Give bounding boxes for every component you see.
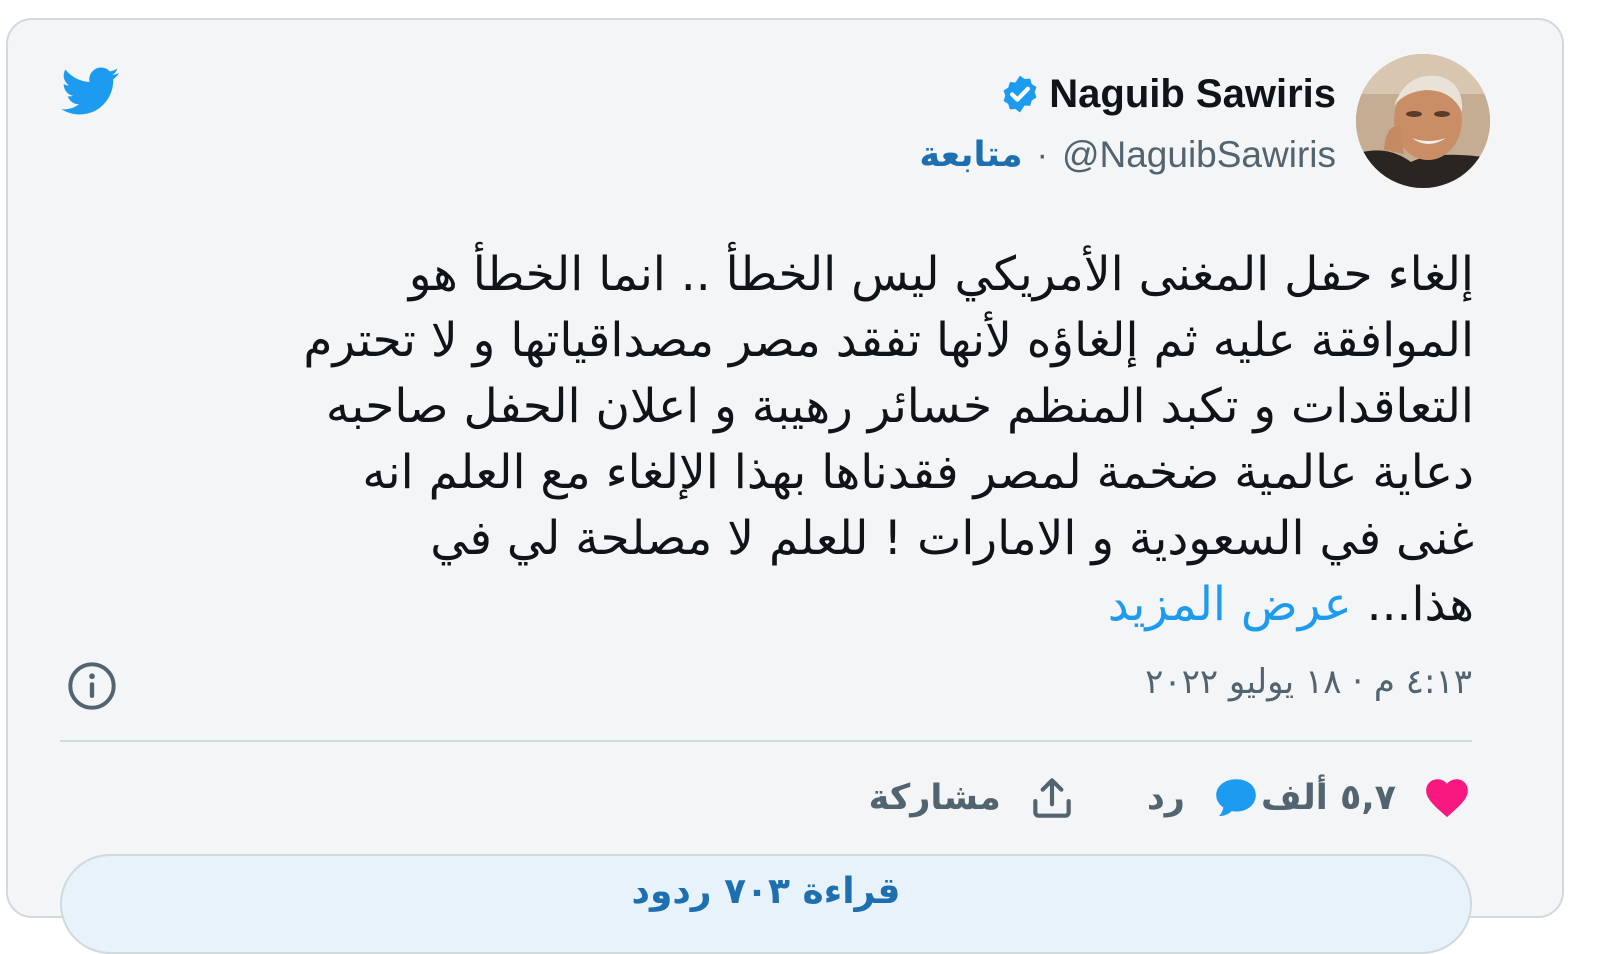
avatar-photo [1356, 54, 1490, 188]
author-header: Naguib Sawiris متابعة · @NaguibSawiris [919, 68, 1336, 182]
avatar[interactable] [1356, 54, 1490, 188]
tweet-text: إلغاء حفل المغنى الأمريكي ليس الخطأ .. ا… [94, 242, 1474, 638]
speech-bubble-icon [1216, 779, 1256, 817]
info-icon[interactable] [66, 660, 118, 712]
tweet-timestamp[interactable]: ٤:١٣ م · ١٨ يوليو ٢٠٢٢ [1145, 662, 1472, 702]
follow-link[interactable]: متابعة [919, 135, 1022, 175]
read-replies-button[interactable]: قراءة ٧٠٣ ردود [60, 854, 1472, 954]
separator-dot: · [1036, 135, 1048, 174]
action-bar: ٥,٧ ألف رد مشاركة [799, 768, 1472, 828]
share-label: مشاركة [868, 778, 1001, 818]
divider [60, 740, 1472, 742]
handle-row: متابعة · @NaguibSawiris [919, 128, 1336, 182]
reply-label: رد [1146, 778, 1185, 818]
share-button[interactable]: مشاركة [869, 773, 1077, 823]
heart-icon [1426, 779, 1468, 818]
tweet-line: الموافقة عليه ثم إلغاؤه لأنها تفقد مصر م… [303, 313, 1474, 368]
name-row: Naguib Sawiris [919, 68, 1336, 120]
tweet-last-line: هذا... [1366, 577, 1474, 632]
tweet-line: إلغاء حفل المغنى الأمريكي ليس الخطأ .. ا… [408, 247, 1474, 302]
verified-badge-icon [1003, 75, 1037, 113]
author-handle[interactable]: @NaguibSawiris [1062, 134, 1336, 176]
reply-button[interactable]: رد [1147, 773, 1261, 823]
tweet-line: غنى في السعودية و الامارات ! للعلم لا مص… [430, 511, 1474, 566]
author-display-name[interactable]: Naguib Sawiris [1049, 72, 1336, 117]
like-button[interactable]: ٥,٧ ألف [1261, 773, 1472, 823]
show-more-link[interactable]: عرض المزيد [1108, 577, 1352, 632]
tweet-line: التعاقدات و تكبد المنظم خسائر رهيبة و اع… [325, 379, 1474, 434]
likes-count: ٥,٧ ألف [1260, 778, 1396, 818]
twitter-bird-icon[interactable] [58, 62, 124, 120]
tweet-line: دعاية عالمية ضخمة لمصر فقدناها بهذا الإل… [362, 445, 1474, 500]
tweet-embed-card: Naguib Sawiris متابعة · @NaguibSawiris إ… [6, 18, 1564, 954]
share-upload-icon [1033, 778, 1071, 818]
